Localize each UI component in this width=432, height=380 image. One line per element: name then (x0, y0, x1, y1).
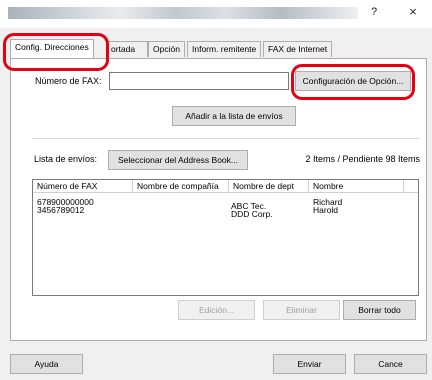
tab-label: ortada (111, 44, 136, 54)
blurred-window-title (8, 7, 358, 19)
separator (32, 138, 419, 139)
tab-portada[interactable]: ortada (106, 41, 148, 57)
tab-label: FAX de Internet (268, 44, 328, 54)
fax-number-field[interactable] (109, 72, 289, 90)
tab-label: Inform. remitente (192, 44, 257, 54)
cell-name: Harold (313, 205, 339, 215)
cell-dept: DDD Corp. (231, 209, 273, 219)
select-address-book-button[interactable]: Seleccionar del Address Book... (108, 150, 248, 170)
fax-number-label: Número de FAX: (35, 76, 102, 86)
clear-all-button[interactable]: Borrar todo (343, 300, 416, 320)
delete-button[interactable]: Eliminar (263, 300, 340, 320)
column-header-filler (404, 180, 418, 193)
close-icon[interactable]: × (403, 4, 423, 19)
cell-fax-number: 3456789012 (37, 205, 85, 215)
edit-button[interactable]: Edición... (178, 300, 255, 320)
highlight-ring-option-button (291, 64, 415, 100)
send-list-table[interactable]: Número de FAX Nombre de compañía Nombre … (32, 179, 419, 296)
column-header-fax-number[interactable]: Número de FAX (33, 180, 133, 193)
add-to-send-list-button[interactable]: Añadir a la lista de envíos (172, 106, 296, 126)
column-header-name[interactable]: Nombre (309, 180, 404, 193)
column-header-company[interactable]: Nombre de compañía (133, 180, 229, 193)
tab-opcion[interactable]: Opción (148, 41, 185, 57)
tab-label: Opción (153, 44, 180, 54)
tab-inform-remitente[interactable]: Inform. remitente (187, 41, 262, 57)
table-row[interactable]: 678900000000 ABC Tec. Richard (33, 198, 418, 211)
title-bar: ? × (0, 0, 432, 28)
help-button[interactable]: Ayuda (10, 354, 83, 374)
send-button[interactable]: Enviar (273, 354, 346, 374)
tab-fax-internet[interactable]: FAX de Internet (263, 41, 333, 57)
help-icon[interactable]: ? (364, 6, 384, 18)
table-row[interactable]: 3456789012 DDD Corp. Harold (33, 205, 418, 219)
column-header-dept[interactable]: Nombre de dept (229, 180, 309, 193)
send-list-label: Lista de envíos: (34, 154, 98, 164)
cancel-button[interactable]: Cance (354, 354, 427, 374)
send-list-count: 2 Items / Pendiente 98 Items (305, 154, 420, 164)
highlight-ring-tab (3, 33, 109, 71)
